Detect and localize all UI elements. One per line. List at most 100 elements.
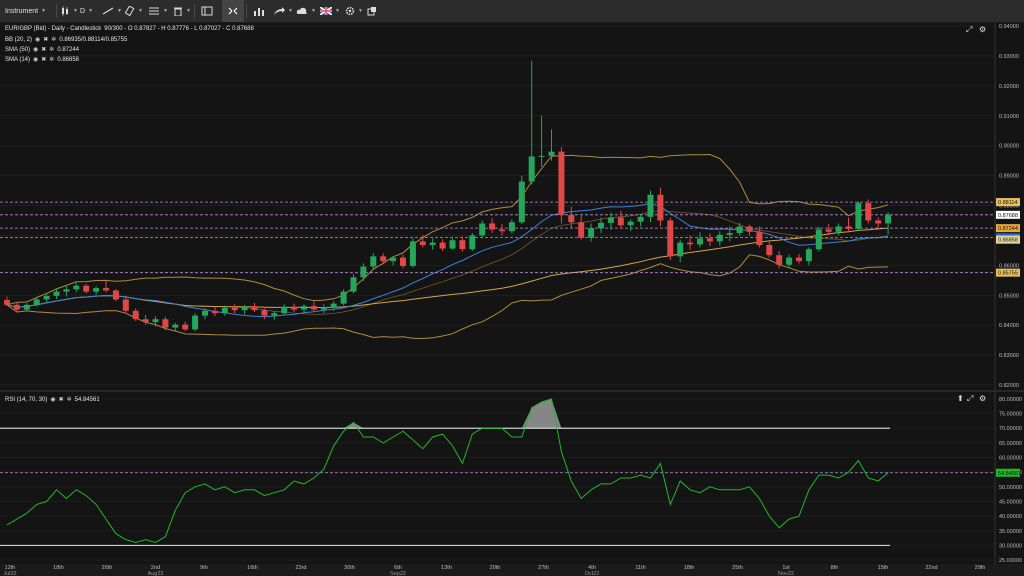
candle-body[interactable] xyxy=(697,238,703,245)
eye-icon[interactable]: ◉ xyxy=(33,46,38,53)
candle-body[interactable] xyxy=(73,285,80,290)
chart-canvas[interactable]: 0.94000 0.93000 0.92000 0.91000 0.90000 0.890… xyxy=(0,0,1024,576)
candle-body[interactable] xyxy=(211,310,218,314)
candle-body[interactable] xyxy=(756,231,763,245)
candle-body[interactable] xyxy=(43,295,50,300)
candle-body[interactable] xyxy=(677,242,684,257)
candle-body[interactable] xyxy=(340,291,347,304)
candle-body[interactable] xyxy=(93,288,100,292)
candle-body[interactable] xyxy=(627,221,634,226)
candle-body[interactable] xyxy=(776,255,783,265)
candle-body[interactable] xyxy=(251,306,258,311)
candle-body[interactable] xyxy=(875,220,882,224)
candle-body[interactable] xyxy=(241,306,248,311)
candle-body[interactable] xyxy=(687,242,694,245)
candle-body[interactable] xyxy=(568,215,575,223)
candle-body[interactable] xyxy=(469,235,476,250)
candle-body[interactable] xyxy=(835,226,842,232)
candle-body[interactable] xyxy=(508,222,515,232)
candle-body[interactable] xyxy=(172,324,179,328)
candle-body[interactable] xyxy=(152,319,159,323)
candle-body[interactable] xyxy=(83,285,90,292)
candle-body[interactable] xyxy=(162,319,169,328)
candle-body[interactable] xyxy=(390,257,397,262)
candle-body[interactable] xyxy=(736,226,743,234)
candle-body[interactable] xyxy=(588,228,595,238)
candle-body[interactable] xyxy=(617,217,624,226)
candle-body[interactable] xyxy=(439,242,446,249)
candle-body[interactable] xyxy=(33,299,40,305)
candle-body[interactable] xyxy=(400,257,406,266)
candle-body[interactable] xyxy=(548,151,555,156)
candle-body[interactable] xyxy=(132,310,139,320)
close-icon[interactable]: ✖ xyxy=(43,36,48,43)
candle-body[interactable] xyxy=(796,257,802,262)
candle-body[interactable] xyxy=(637,216,644,222)
candle-body[interactable] xyxy=(489,223,496,230)
candle-body[interactable] xyxy=(825,229,832,232)
candle-body[interactable] xyxy=(291,306,298,310)
candle-body[interactable] xyxy=(647,194,654,217)
move-up-icon[interactable]: ⬆ xyxy=(957,394,964,403)
candle-body[interactable] xyxy=(221,307,228,314)
eye-icon[interactable]: ◉ xyxy=(50,396,55,403)
candle-body[interactable] xyxy=(182,324,189,330)
candle-body[interactable] xyxy=(13,304,20,310)
candle-body[interactable] xyxy=(479,223,486,236)
eye-icon[interactable]: ◉ xyxy=(33,56,38,63)
candle-body[interactable] xyxy=(815,229,822,250)
maximize-pane-icon[interactable]: ⤢ xyxy=(967,394,973,404)
candle-body[interactable] xyxy=(63,289,70,292)
candle-body[interactable] xyxy=(786,257,793,265)
candle-body[interactable] xyxy=(53,291,60,296)
candle-body[interactable] xyxy=(370,256,377,267)
candle-body[interactable] xyxy=(202,310,208,316)
close-icon[interactable]: ✖ xyxy=(41,56,46,63)
candle-body[interactable] xyxy=(865,203,872,221)
gear-icon[interactable]: ✲ xyxy=(49,56,54,63)
candle-body[interactable] xyxy=(766,244,773,256)
candle-body[interactable] xyxy=(449,240,456,249)
candle-body[interactable] xyxy=(122,299,129,311)
candle-body[interactable] xyxy=(667,220,674,257)
candle-body[interactable] xyxy=(459,240,466,250)
candle-body[interactable] xyxy=(598,222,604,229)
candle-body[interactable] xyxy=(271,313,278,316)
maximize-pane-icon[interactable]: ⤢ xyxy=(966,25,972,35)
candle-body[interactable] xyxy=(301,306,307,310)
candle-body[interactable] xyxy=(716,234,723,242)
candle-body[interactable] xyxy=(360,266,367,278)
candle-body[interactable] xyxy=(192,315,199,330)
candle-body[interactable] xyxy=(310,306,317,310)
candle-body[interactable] xyxy=(528,156,535,182)
candle-body[interactable] xyxy=(578,222,585,238)
candle-body[interactable] xyxy=(805,249,812,262)
candle-body[interactable] xyxy=(380,256,387,262)
candle-body[interactable] xyxy=(103,288,109,291)
gear-icon[interactable]: ✲ xyxy=(49,46,54,53)
candle-body[interactable] xyxy=(261,310,268,316)
candle-body[interactable] xyxy=(23,304,30,310)
candle-body[interactable] xyxy=(142,319,149,323)
gear-icon[interactable]: ✲ xyxy=(67,396,72,403)
candle-body[interactable] xyxy=(320,307,327,310)
candle-body[interactable] xyxy=(429,242,436,245)
candle-body[interactable] xyxy=(726,233,733,235)
gear-icon[interactable]: ✲ xyxy=(51,36,56,43)
candle-body[interactable] xyxy=(607,217,614,223)
candle-body[interactable] xyxy=(538,155,545,157)
candle-body[interactable] xyxy=(558,151,565,216)
candle-body[interactable] xyxy=(4,300,10,305)
candle-body[interactable] xyxy=(706,238,713,242)
settings-pane-icon[interactable]: ⚙ xyxy=(979,394,986,403)
candle-body[interactable] xyxy=(419,241,426,245)
close-icon[interactable]: ✖ xyxy=(41,46,46,53)
candle-body[interactable] xyxy=(231,307,238,311)
candle-body[interactable] xyxy=(281,306,288,314)
candle-body[interactable] xyxy=(409,241,416,266)
close-icon[interactable]: ✖ xyxy=(59,396,64,403)
candle-body[interactable] xyxy=(112,290,119,300)
candle-body[interactable] xyxy=(518,181,525,223)
candle-body[interactable] xyxy=(499,229,505,232)
eye-icon[interactable]: ◉ xyxy=(35,36,40,43)
